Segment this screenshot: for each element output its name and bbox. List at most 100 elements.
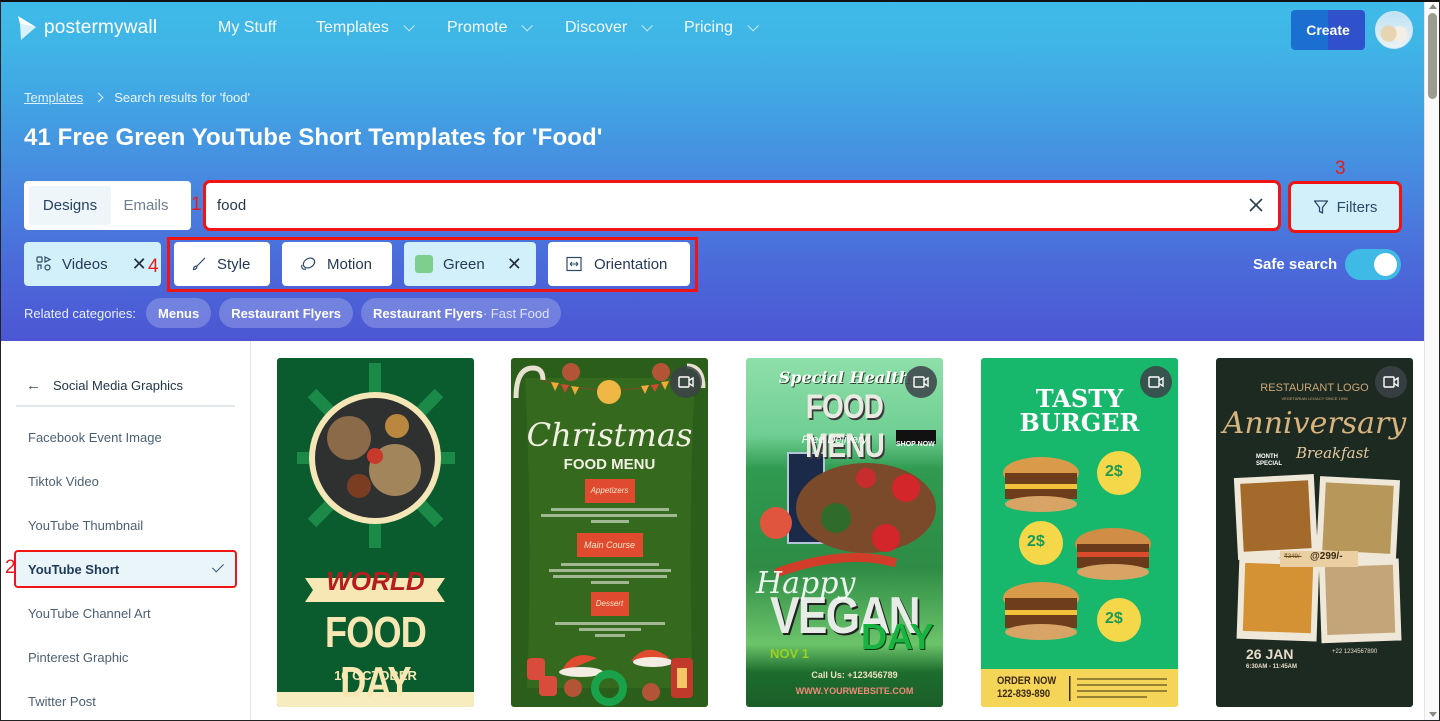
- sidebar-item-label: Facebook Event Image: [28, 429, 162, 445]
- breadcrumb-templates-link[interactable]: Templates: [24, 90, 83, 105]
- nav-my-stuff[interactable]: My Stuff: [218, 19, 276, 37]
- sidebar-item-label: Twitter Post: [28, 693, 96, 709]
- page-scrollbar[interactable]: [1424, 0, 1440, 721]
- content-type-toggle: Designs Emails: [24, 181, 191, 230]
- template-old-price: ₹349/-: [1284, 554, 1302, 560]
- clear-search-icon[interactable]: [1248, 197, 1264, 213]
- chip-videos[interactable]: Videos ✕: [24, 242, 161, 286]
- media-type-icon: [36, 256, 52, 271]
- remove-green-icon[interactable]: ✕: [507, 254, 522, 275]
- video-badge: [1140, 366, 1172, 398]
- logo-icon: [18, 16, 36, 40]
- chevron-down-icon: [403, 20, 415, 32]
- tab-designs[interactable]: Designs: [29, 186, 111, 225]
- filter-icon: [1313, 200, 1328, 214]
- chip-label: Motion: [327, 255, 373, 273]
- sidebar-item[interactable]: YouTube Thumbnail: [16, 508, 235, 542]
- template-tag: MONTH SPECIAL: [1256, 454, 1283, 467]
- chip-style[interactable]: Style: [174, 242, 270, 286]
- template-time: 6:30AM - 11:45AM: [1246, 664, 1298, 670]
- category-sidebar: ← Social Media Graphics Facebook Event I…: [0, 341, 251, 721]
- sidebar-item[interactable]: Twitter Post: [16, 684, 235, 718]
- template-date: NOV 1: [770, 646, 810, 661]
- chip-label: Style: [217, 255, 251, 273]
- chevron-down-icon: [641, 20, 654, 32]
- sidebar-item-selected[interactable]: YouTube Short: [14, 550, 237, 588]
- template-price: 2$: [1105, 463, 1123, 480]
- related-chip[interactable]: Restaurant Flyers: [219, 298, 354, 328]
- template-big-text-2: DAY: [861, 616, 934, 657]
- sidebar-item-label: YouTube Short: [28, 561, 120, 577]
- scroll-down-arrow-icon[interactable]: [1429, 712, 1437, 717]
- sidebar-item[interactable]: YouTube Channel Art: [16, 596, 235, 630]
- template-price: @299/-: [1310, 551, 1343, 562]
- chip-label: Orientation: [594, 255, 668, 273]
- annotation-4: 4: [148, 256, 159, 277]
- search-input[interactable]: [206, 197, 1206, 214]
- menu-section: Main Course: [583, 540, 636, 550]
- template-card[interactable]: WORLD FOOD DAY 16 OCTOBER: [277, 358, 474, 707]
- template-phone: +22 1234567890: [1332, 649, 1378, 655]
- nav-discover[interactable]: Discover: [565, 19, 654, 37]
- nav-label: Pricing: [684, 19, 733, 36]
- template-phone: 122-839-890: [997, 688, 1051, 700]
- template-artwork: [513, 363, 706, 706]
- sidebar-item[interactable]: Pinterest Graphic: [16, 640, 235, 674]
- orientation-icon: [566, 256, 582, 272]
- chip-motion[interactable]: Motion: [282, 242, 392, 286]
- template-title: Christmas: [526, 416, 693, 454]
- template-brand-sub: VEGETARIAN LEGACY SINCE 1996: [1281, 396, 1348, 401]
- tab-emails[interactable]: Emails: [111, 186, 181, 225]
- sidebar-item-label: YouTube Channel Art: [28, 605, 151, 621]
- page-title: 41 Free Green YouTube Short Templates fo…: [24, 124, 603, 151]
- sidebar-item[interactable]: Tiktok Video: [16, 464, 235, 498]
- user-avatar[interactable]: [1375, 11, 1413, 49]
- logo[interactable]: postermywall: [16, 14, 157, 42]
- sidebar-item[interactable]: Facebook Event Image: [16, 420, 235, 454]
- safe-search-toggle[interactable]: [1345, 249, 1401, 280]
- template-card[interactable]: Special Health FOOD MENU Free Delivery S…: [746, 358, 943, 707]
- sidebar-item-label: YouTube Thumbnail: [28, 517, 144, 533]
- video-camera-icon: [913, 376, 929, 388]
- video-camera-icon: [1383, 376, 1399, 388]
- nav-pricing[interactable]: Pricing: [684, 19, 759, 37]
- chip-label: Green: [443, 255, 485, 273]
- chip-orientation[interactable]: Orientation: [548, 242, 690, 286]
- template-subtitle: FOOD MENU: [563, 456, 656, 473]
- related-chip[interactable]: Restaurant Flyers · Fast Food: [361, 298, 562, 328]
- template-card[interactable]: TASTY BURGER 2$ 2$ 2$ ORDER NOW 122-839-…: [981, 358, 1178, 707]
- template-card[interactable]: RESTAURANT LOGO VEGETARIAN LEGACY SINCE …: [1216, 358, 1413, 707]
- video-camera-icon: [1148, 376, 1164, 388]
- filters-button[interactable]: Filters: [1288, 181, 1402, 233]
- template-website: WWW.YOURWEBSITE.COM: [795, 686, 914, 696]
- template-title: Anniversary: [1222, 406, 1407, 441]
- scroll-up-arrow-icon[interactable]: [1429, 4, 1437, 9]
- scroll-thumb[interactable]: [1428, 13, 1437, 99]
- sidebar-heading: Social Media Graphics: [53, 377, 184, 393]
- template-subtitle: BURGER: [1019, 408, 1140, 437]
- check-icon: [211, 560, 225, 573]
- template-date: 26 JAN: [1246, 646, 1294, 662]
- chip-label: Videos: [62, 255, 108, 273]
- menu-section: Dessert: [595, 599, 624, 608]
- chip-green[interactable]: Green ✕: [404, 242, 536, 286]
- related-chip[interactable]: Menus: [146, 298, 212, 328]
- chevron-down-icon: [521, 20, 534, 32]
- create-button[interactable]: Create: [1291, 10, 1365, 50]
- video-badge: [1375, 366, 1407, 398]
- template-script: Happy: [756, 566, 856, 601]
- sidebar-item-label: Pinterest Graphic: [28, 649, 129, 665]
- related-label: Related categories:: [24, 305, 137, 321]
- nav-label: Discover: [565, 19, 628, 36]
- template-card[interactable]: Christmas FOOD MENU Appetizers Main Cour…: [511, 358, 708, 707]
- nav-promote[interactable]: Promote: [447, 19, 534, 37]
- brand-name: postermywall: [44, 17, 158, 38]
- template-order: ORDER NOW: [997, 675, 1057, 687]
- motion-icon: [301, 257, 316, 270]
- sidebar-back-heading[interactable]: ← Social Media Graphics: [16, 365, 235, 407]
- template-contact: Call Us: +123456789: [811, 670, 898, 680]
- template-title: WORLD: [326, 566, 425, 596]
- remove-videos-icon[interactable]: ✕: [132, 254, 147, 275]
- nav-templates[interactable]: Templates: [316, 19, 415, 37]
- arrow-left-icon: ←: [26, 376, 41, 394]
